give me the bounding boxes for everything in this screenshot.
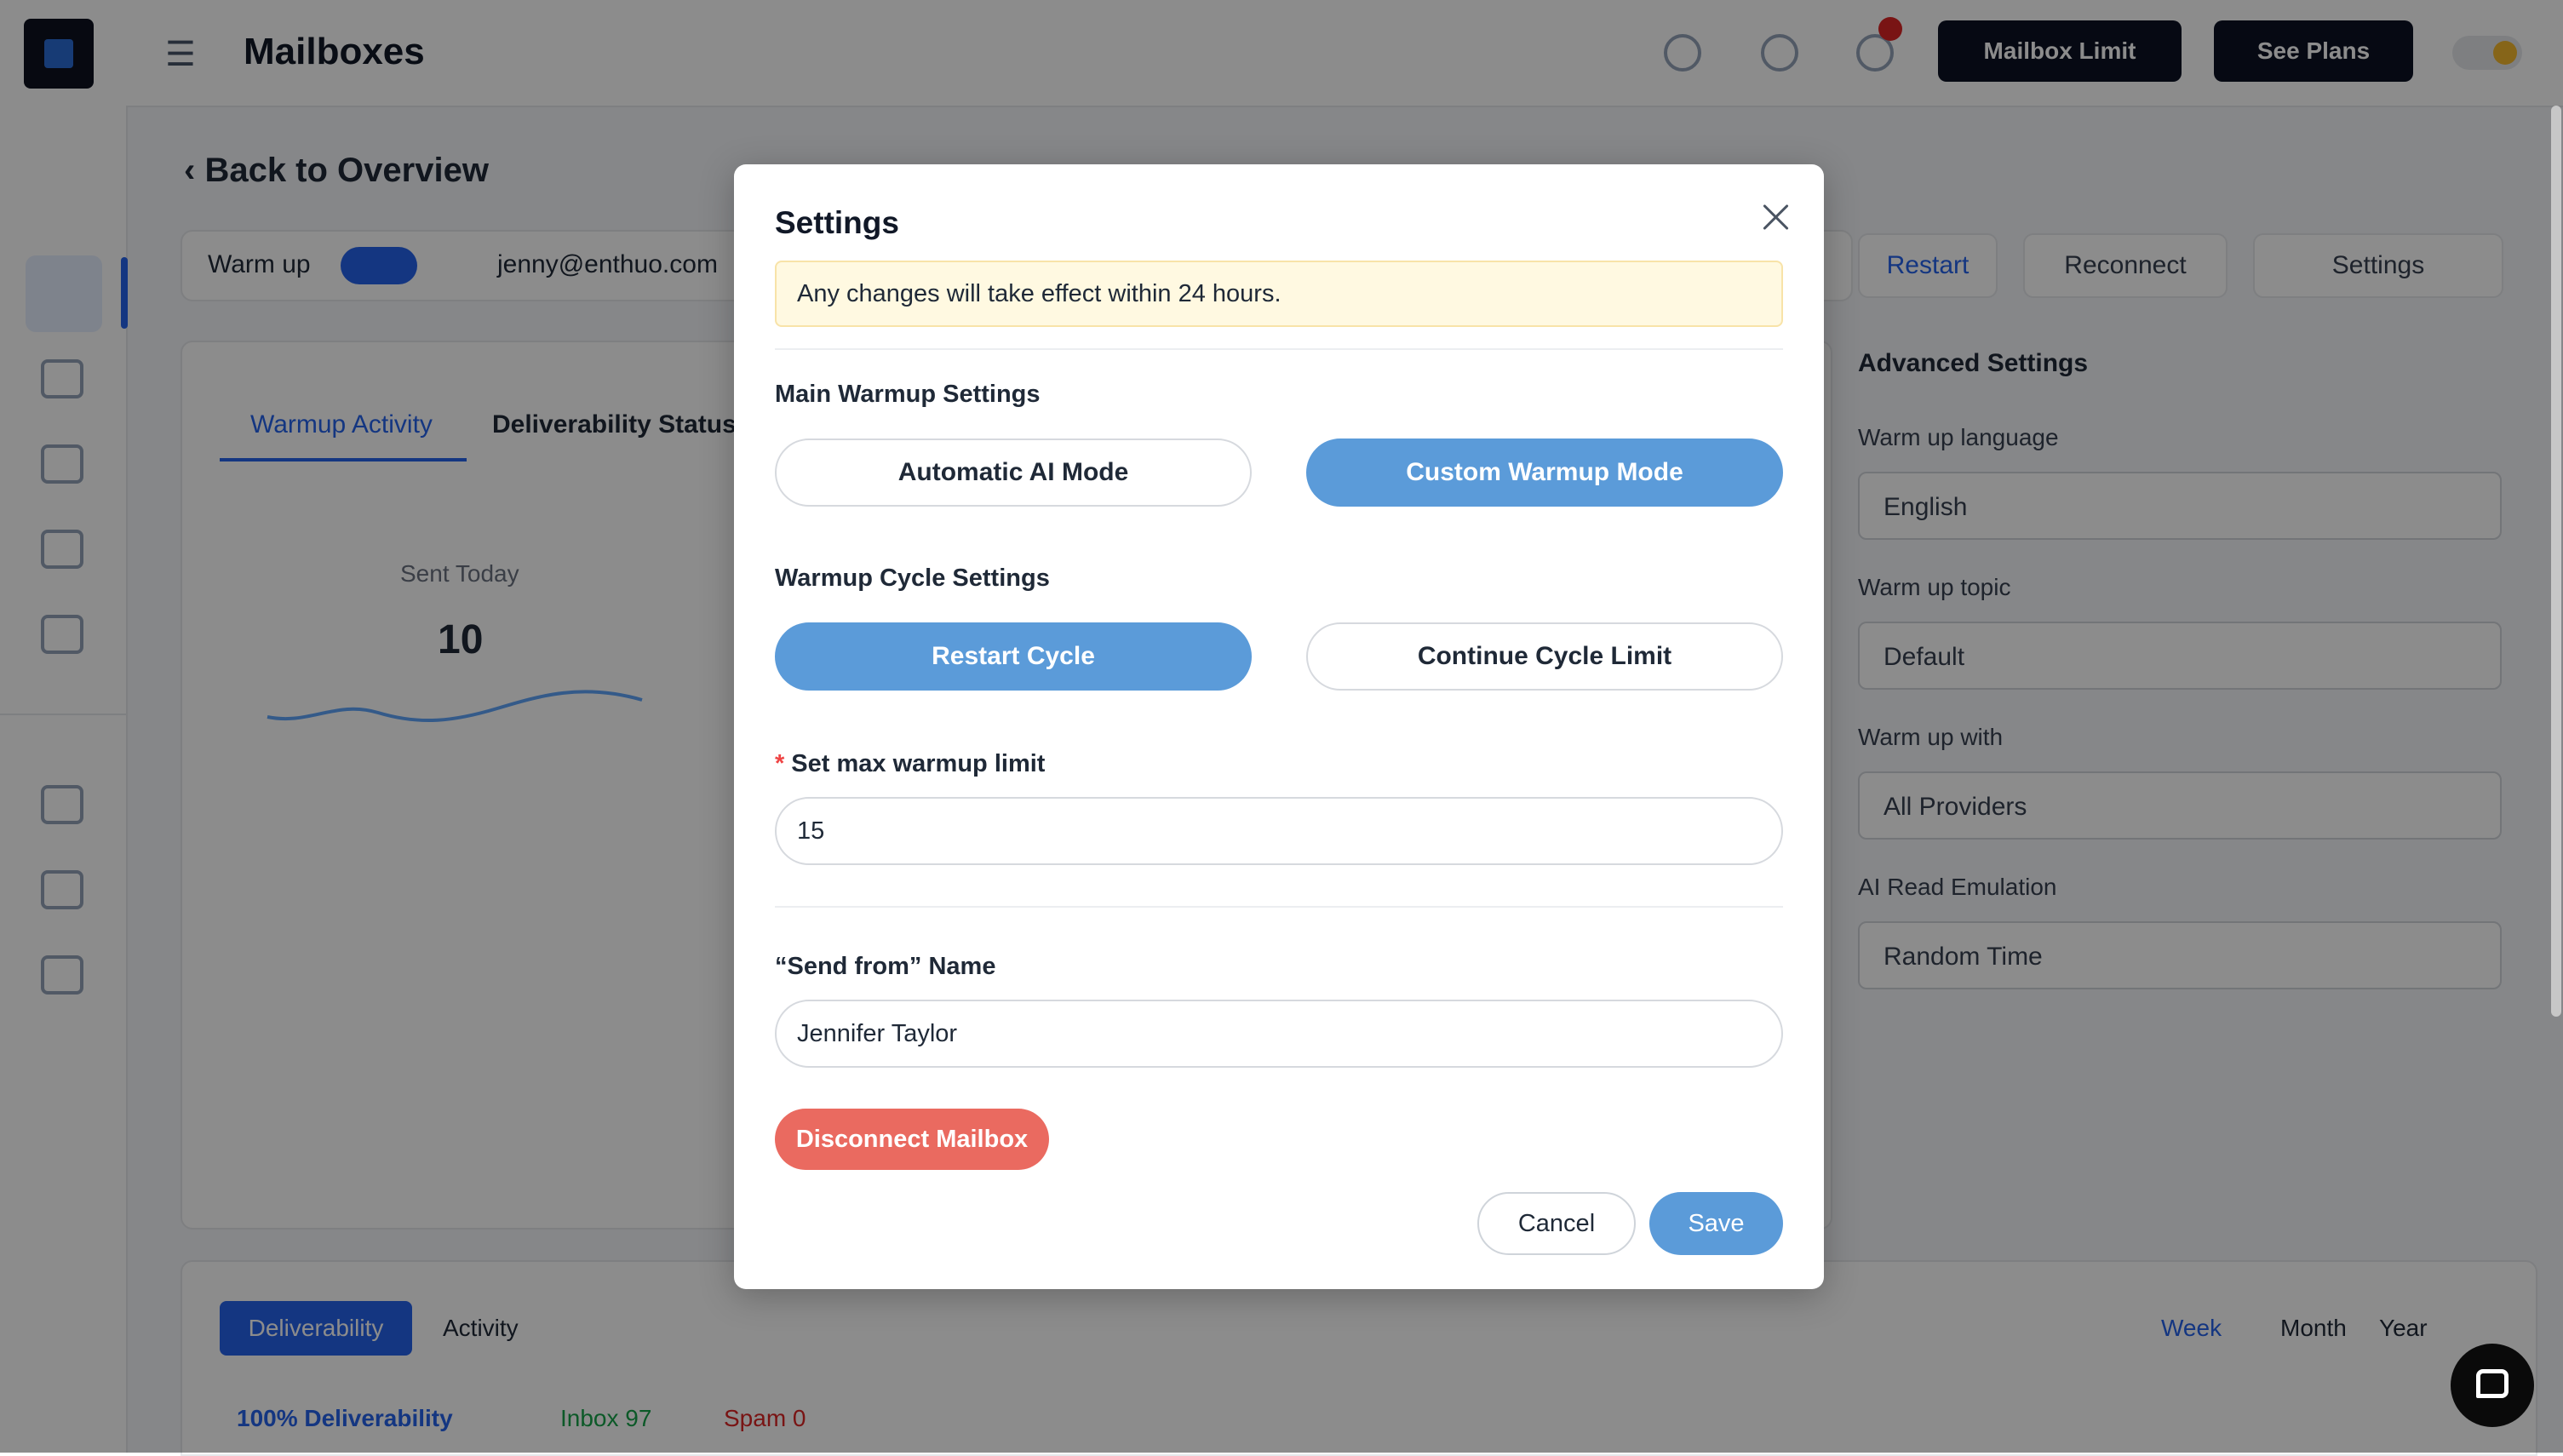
max-warmup-limit-text: Set max warmup limit	[791, 750, 1046, 777]
notice-banner: Any changes will take effect within 24 h…	[775, 261, 1783, 327]
section-divider	[775, 348, 1783, 350]
required-mark: *	[775, 750, 785, 777]
disconnect-mailbox-button[interactable]: Disconnect Mailbox	[775, 1109, 1049, 1170]
page-scrollbar[interactable]	[2551, 106, 2561, 1017]
restart-cycle-button[interactable]: Restart Cycle	[775, 622, 1252, 691]
send-from-name-input[interactable]: Jennifer Taylor	[775, 1000, 1783, 1068]
main-warmup-settings-label: Main Warmup Settings	[775, 381, 1041, 408]
max-warmup-limit-label: * Set max warmup limit	[775, 750, 1045, 778]
max-warmup-limit-input[interactable]: 15	[775, 797, 1783, 865]
section-divider	[775, 906, 1783, 908]
modal-title: Settings	[775, 205, 899, 240]
warmup-cycle-settings-label: Warmup Cycle Settings	[775, 565, 1050, 592]
send-from-name-label: “Send from” Name	[775, 953, 996, 980]
save-button[interactable]: Save	[1649, 1192, 1783, 1255]
close-icon[interactable]	[1754, 195, 1798, 239]
automatic-ai-mode-button[interactable]: Automatic AI Mode	[775, 439, 1252, 507]
continue-cycle-limit-button[interactable]: Continue Cycle Limit	[1306, 622, 1783, 691]
chat-support-button[interactable]	[2451, 1344, 2534, 1427]
cancel-button[interactable]: Cancel	[1477, 1192, 1636, 1255]
custom-warmup-mode-button[interactable]: Custom Warmup Mode	[1306, 439, 1783, 507]
settings-modal: Settings Any changes will take effect wi…	[734, 164, 1824, 1289]
